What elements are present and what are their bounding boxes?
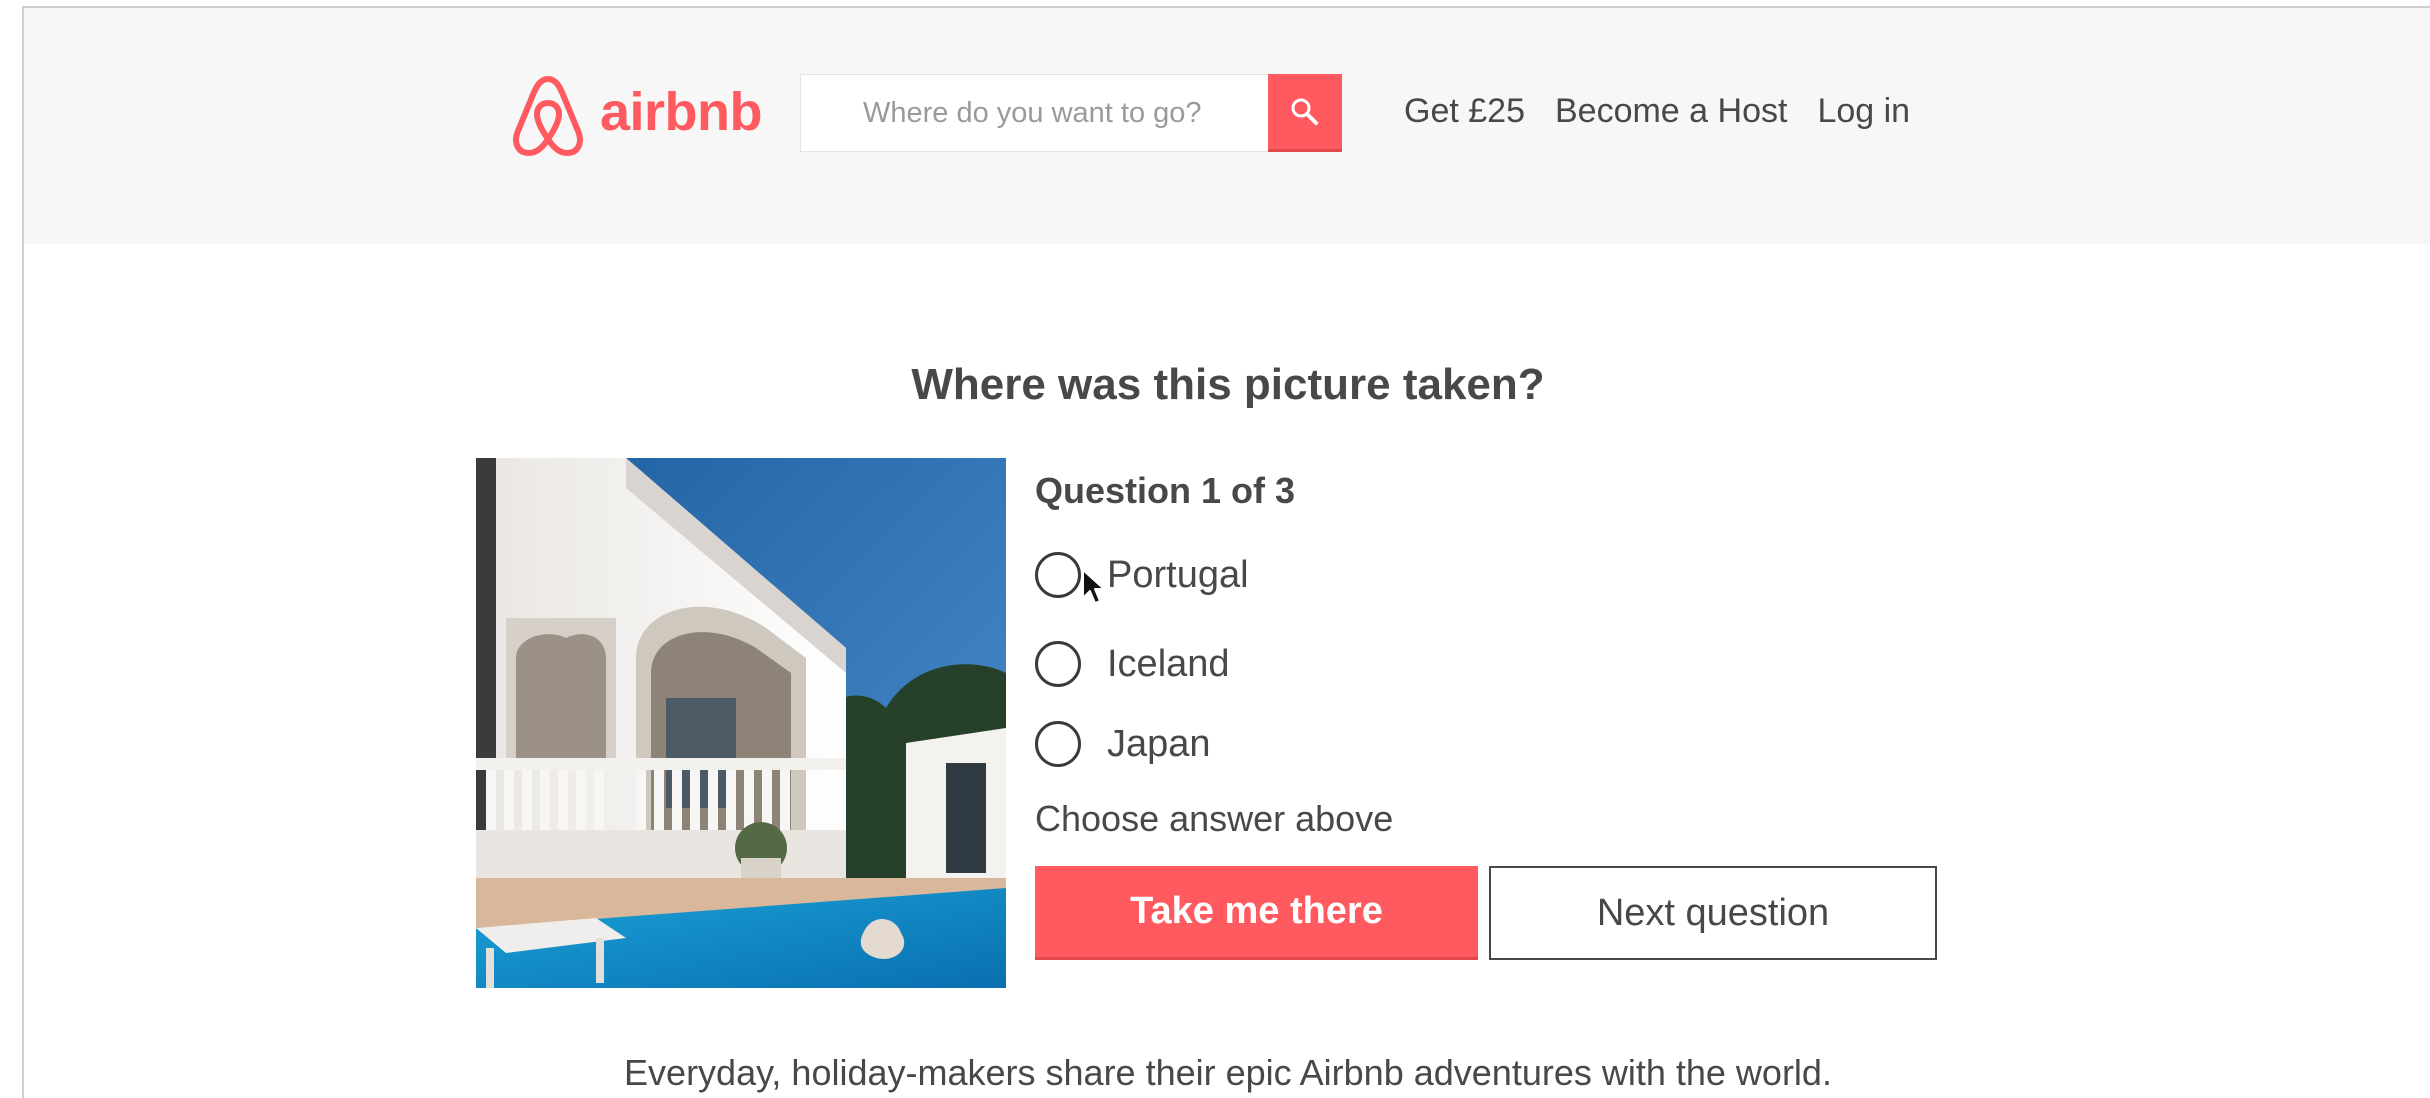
next-question-button[interactable]: Next question (1489, 866, 1937, 960)
page: airbnb Get £25 Become a Host Log in Wher… (22, 6, 2430, 1098)
radio-button[interactable] (1035, 721, 1081, 767)
option-japan[interactable]: Japan (1035, 704, 1735, 784)
quiz-actions: Take me there Next question (1035, 866, 1937, 960)
nav-get-credit[interactable]: Get £25 (1404, 92, 1525, 131)
top-nav: Get £25 Become a Host Log in (1404, 92, 1910, 131)
quiz-photo (476, 458, 1006, 988)
quiz-title-text: Where was this picture taken? (911, 360, 1545, 409)
answer-hint: Choose answer above (1035, 798, 1394, 839)
question-panel: Question 1 of 3 Portugal Iceland Japan C… (1035, 466, 1735, 854)
belo-logo-icon (513, 76, 583, 156)
option-portugal[interactable]: Portugal (1035, 546, 1735, 604)
nav-log-in[interactable]: Log in (1817, 92, 1910, 131)
nav-become-host[interactable]: Become a Host (1555, 92, 1787, 131)
search-button[interactable] (1268, 74, 1342, 152)
option-label: Japan (1107, 722, 1211, 765)
answer-options: Portugal Iceland Japan (1035, 546, 1735, 784)
search-bar (800, 74, 1342, 152)
header: airbnb Get £25 Become a Host Log in (24, 8, 2430, 244)
search-input[interactable] (800, 74, 1268, 152)
radio-button[interactable] (1035, 552, 1081, 598)
question-count: Question 1 of 3 (1035, 470, 1296, 511)
option-label: Iceland (1107, 642, 1230, 685)
villa-pool-photo (476, 458, 1006, 988)
search-icon (1291, 98, 1318, 125)
radio-button[interactable] (1035, 641, 1081, 687)
airbnb-logo[interactable]: airbnb (510, 72, 763, 158)
take-me-there-button[interactable]: Take me there (1035, 866, 1478, 960)
footer-tagline: Everyday, holiday-makers share their epi… (624, 1052, 1832, 1093)
option-iceland[interactable]: Iceland (1035, 624, 1735, 704)
quiz-title: Where was this picture taken? (24, 360, 2430, 410)
logo-wordmark: airbnb (600, 82, 763, 142)
option-label: Portugal (1107, 553, 1249, 596)
